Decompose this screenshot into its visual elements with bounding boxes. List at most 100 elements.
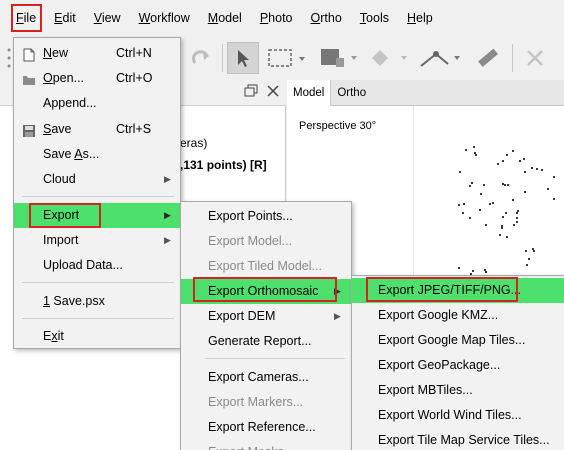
- point-cloud-point: [513, 224, 515, 226]
- point-cloud-point: [484, 269, 486, 271]
- file-menu-item-exit[interactable]: Exit: [14, 324, 180, 349]
- point-cloud-point: [489, 203, 491, 205]
- file-menu: New Ctrl+N Open... Ctrl+O Append... Save…: [13, 37, 181, 349]
- open-folder-icon: [22, 71, 36, 85]
- point-cloud-point: [472, 270, 474, 272]
- point-cloud-point: [485, 271, 487, 273]
- menu-edit[interactable]: Edit: [45, 0, 85, 36]
- export-reference-item[interactable]: Export Reference...: [181, 415, 351, 440]
- point-cloud-point: [492, 202, 494, 204]
- menu-tools[interactable]: Tools: [351, 0, 398, 36]
- point-cloud-point: [485, 224, 487, 226]
- menu-separator: [205, 358, 345, 359]
- point-cloud-point: [512, 199, 514, 201]
- point-cloud-point: [479, 209, 481, 211]
- point-cloud-point: [483, 184, 485, 186]
- point-cloud-point: [507, 184, 509, 186]
- rectangle-selection-icon[interactable]: [266, 42, 310, 74]
- view-tabbar: Model Ortho: [287, 80, 564, 106]
- point-cloud-point: [536, 168, 538, 170]
- submenu-arrow-icon: ▶: [164, 210, 171, 220]
- point-cloud-point: [506, 154, 508, 156]
- file-menu-item-upload-data[interactable]: Upload Data...: [14, 253, 180, 278]
- export-masks-item: Export Masks...: [181, 440, 351, 450]
- point-cloud-point: [502, 160, 504, 162]
- point-cloud-point: [553, 176, 555, 178]
- paint-fill-icon[interactable]: [368, 42, 412, 74]
- point-cloud-point: [528, 258, 530, 260]
- file-menu-item-cloud[interactable]: Cloud ▶: [14, 167, 180, 192]
- export-world-wind-tiles-item[interactable]: Export World Wind Tiles...: [352, 403, 564, 428]
- tab-ortho[interactable]: Ortho: [331, 80, 372, 106]
- redo-icon[interactable]: [186, 42, 216, 74]
- point-cloud-point: [533, 250, 535, 252]
- navigation-arrow-icon[interactable]: [227, 42, 259, 74]
- restore-window-icon[interactable]: [244, 84, 258, 101]
- point-cloud-point: [524, 171, 526, 173]
- point-cloud-point: [525, 250, 527, 252]
- tab-model[interactable]: Model: [287, 80, 332, 106]
- point-cloud-point: [519, 160, 521, 162]
- menu-separator: [22, 196, 174, 197]
- export-dem-item[interactable]: Export DEM ▶: [181, 304, 351, 329]
- point-cloud-point: [465, 149, 467, 151]
- annotation-box-jpeg-tiff-png: [366, 277, 518, 302]
- export-model-item: Export Model...: [208, 234, 293, 248]
- point-cloud-point: [517, 210, 519, 212]
- file-menu-item-recent-save[interactable]: 1 Save.psx: [14, 289, 180, 314]
- shape-draw-icon[interactable]: [318, 42, 362, 74]
- annotation-box-orthomosaic: [193, 277, 337, 302]
- point-cloud-point: [504, 184, 506, 186]
- export-mbtiles-item[interactable]: Export MBTiles...: [352, 378, 564, 403]
- menu-workflow[interactable]: Workflow: [130, 0, 199, 36]
- export-tms-tiles-item[interactable]: Export Tile Map Service Tiles...: [352, 428, 564, 450]
- close-cross-icon[interactable]: [518, 42, 552, 74]
- point-cloud-point: [501, 227, 503, 229]
- annotation-box-export: [29, 203, 101, 228]
- point-cloud-point: [531, 167, 533, 169]
- file-menu-item-new[interactable]: New Ctrl+N: [14, 41, 180, 66]
- file-menu-item-import[interactable]: Import ▶: [14, 228, 180, 253]
- export-google-map-tiles-item[interactable]: Export Google Map Tiles...: [352, 328, 564, 353]
- menu-model[interactable]: Model: [199, 0, 251, 36]
- scale-bar-icon[interactable]: [470, 42, 504, 74]
- point-cloud-point: [512, 150, 514, 152]
- point-cloud-point: [462, 212, 464, 214]
- file-menu-item-open[interactable]: Open... Ctrl+O: [14, 66, 180, 91]
- menu-help[interactable]: Help: [398, 0, 442, 36]
- point-cloud-point: [553, 198, 555, 200]
- chunk-cameras-text: eras): [180, 136, 208, 150]
- point-cloud-point: [469, 185, 471, 187]
- menu-view[interactable]: View: [85, 0, 130, 36]
- export-cameras-item[interactable]: Export Cameras...: [181, 365, 351, 390]
- submenu-arrow-icon: ▶: [164, 235, 171, 245]
- point-cloud-point: [463, 203, 465, 205]
- point-cloud-point: [480, 193, 482, 195]
- point-cloud-point: [505, 212, 507, 214]
- point-cloud-point: [524, 191, 526, 193]
- point-cloud-point: [458, 204, 460, 206]
- annotation-box-file: [11, 4, 42, 32]
- file-menu-item-save-as[interactable]: Save As...: [14, 142, 180, 167]
- export-points-item[interactable]: Export Points...: [181, 204, 351, 229]
- point-cloud-point: [469, 217, 471, 219]
- menu-separator: [22, 318, 174, 319]
- point-cloud-point: [526, 264, 528, 266]
- point-cloud-point: [474, 152, 476, 154]
- toolbar-separator: [222, 44, 223, 72]
- file-menu-item-save[interactable]: Save Ctrl+S: [14, 117, 180, 142]
- ruler-measure-icon[interactable]: [418, 42, 464, 74]
- menu-ortho[interactable]: Ortho: [302, 0, 351, 36]
- export-google-kmz-item[interactable]: Export Google KMZ...: [352, 303, 564, 328]
- export-tiled-model-item: Export Tiled Model...: [208, 259, 322, 273]
- file-menu-item-append[interactable]: Append...: [14, 91, 180, 116]
- point-cloud-point: [516, 212, 518, 214]
- point-cloud-point: [459, 171, 461, 173]
- point-cloud-point: [475, 154, 477, 156]
- menu-photo[interactable]: Photo: [251, 0, 302, 36]
- generate-report-item[interactable]: Generate Report...: [181, 329, 351, 354]
- close-panel-icon[interactable]: [266, 84, 280, 101]
- point-cloud-point: [541, 169, 543, 171]
- export-geopackage-item[interactable]: Export GeoPackage...: [352, 353, 564, 378]
- point-cloud-point: [547, 188, 549, 190]
